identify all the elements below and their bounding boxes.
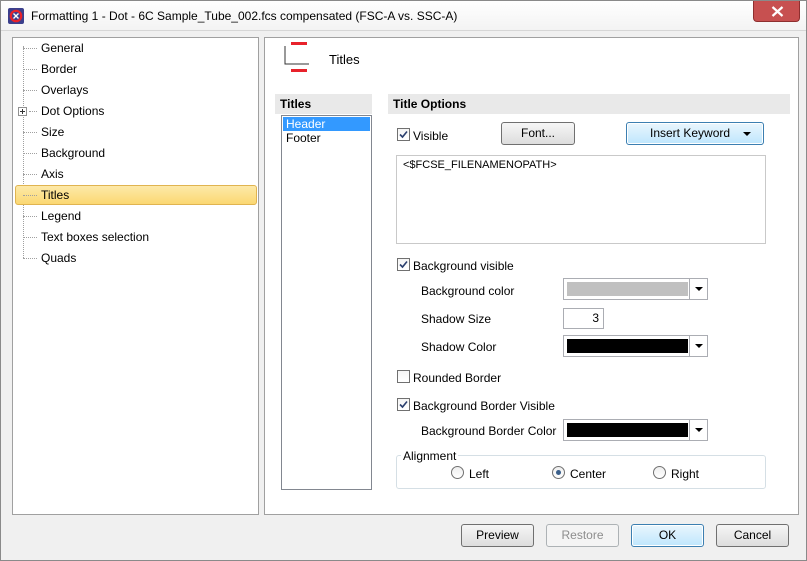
tree-item-axis[interactable]: Axis: [41, 165, 64, 183]
chevron-down-icon[interactable]: [689, 279, 707, 299]
title-text-editor[interactable]: <$FCSE_FILENAMENOPATH>: [396, 155, 766, 244]
shadow-color-swatch: [567, 339, 688, 353]
list-item-footer[interactable]: Footer: [283, 131, 370, 145]
tree-connector: [23, 195, 37, 196]
tree-item-border[interactable]: Border: [41, 60, 77, 78]
tree-item-dot-options[interactable]: Dot Options: [41, 102, 104, 120]
tree-item-quads[interactable]: Quads: [41, 249, 76, 267]
tree-connector: [23, 69, 37, 70]
tree-item-size[interactable]: Size: [41, 123, 64, 141]
expand-plus-icon[interactable]: [18, 107, 27, 116]
titles-listbox[interactable]: Header Footer: [281, 115, 372, 490]
tree-guide-line: [23, 46, 24, 258]
preview-button[interactable]: Preview: [461, 524, 534, 547]
tree-connector: [29, 111, 37, 112]
background-border-color-swatch: [567, 423, 688, 437]
background-border-color-picker[interactable]: [563, 419, 708, 441]
tree-connector: [23, 48, 37, 49]
ok-button[interactable]: OK: [631, 524, 704, 547]
cancel-button[interactable]: Cancel: [716, 524, 789, 547]
window-title: Formatting 1 - Dot - 6C Sample_Tube_002.…: [31, 9, 458, 23]
tree-connector: [23, 90, 37, 91]
checkmark-icon: [399, 400, 408, 409]
background-color-swatch: [567, 282, 688, 296]
align-left-label: Left: [469, 467, 490, 481]
insert-keyword-button[interactable]: Insert Keyword: [626, 122, 764, 145]
insert-keyword-label: Insert Keyword: [650, 126, 731, 140]
tree-item-legend[interactable]: Legend: [41, 207, 81, 225]
titles-icon: [283, 42, 313, 72]
fcs-express-logo-icon: [8, 8, 24, 24]
rounded-border-checkbox[interactable]: [397, 370, 410, 383]
shadow-color-label: Shadow Color: [421, 340, 497, 354]
tree-connector: [23, 153, 37, 154]
align-center-radio[interactable]: [552, 466, 565, 479]
visible-checkbox[interactable]: [397, 128, 410, 141]
shadow-color-picker[interactable]: [563, 335, 708, 357]
background-border-color-label: Background Border Color: [421, 424, 557, 438]
align-left-radio[interactable]: [451, 466, 464, 479]
align-center-label: Center: [570, 467, 607, 481]
shadow-size-label: Shadow Size: [421, 312, 492, 326]
tree-connector: [23, 132, 37, 133]
tree-connector: [23, 174, 37, 175]
tree-item-titles[interactable]: Titles: [41, 186, 69, 204]
tree-item-overlays[interactable]: Overlays: [41, 81, 88, 99]
title-bar: Formatting 1 - Dot - 6C Sample_Tube_002.…: [1, 1, 806, 31]
font-button[interactable]: Font...: [501, 122, 575, 145]
tree-connector: [23, 216, 37, 217]
tree-connector: [23, 258, 37, 259]
visible-label: Visible: [413, 129, 449, 143]
background-color-label: Background color: [421, 284, 515, 298]
background-color-picker[interactable]: [563, 278, 708, 300]
tree-connector: [23, 237, 37, 238]
formatting-dialog: Formatting 1 - Dot - 6C Sample_Tube_002.…: [0, 0, 807, 561]
restore-button[interactable]: Restore: [546, 524, 619, 547]
rounded-border-label: Rounded Border: [413, 371, 502, 385]
list-item-header[interactable]: Header: [283, 117, 370, 131]
tree-item-general[interactable]: General: [41, 39, 84, 57]
page-title: Titles: [329, 52, 360, 67]
close-button[interactable]: [753, 1, 800, 22]
align-right-label: Right: [671, 467, 700, 481]
checkmark-icon: [399, 130, 408, 139]
titles-list-header: Titles: [275, 94, 372, 114]
shadow-size-input[interactable]: 3: [563, 308, 604, 329]
title-options-header: Title Options: [388, 94, 790, 114]
background-border-visible-checkbox[interactable]: [397, 398, 410, 411]
align-right-radio[interactable]: [653, 466, 666, 479]
dropdown-arrow-icon: [743, 132, 751, 136]
category-tree: General Border Overlays Dot Options Size…: [12, 37, 259, 515]
tree-item-text-boxes-selection[interactable]: Text boxes selection: [41, 228, 149, 246]
background-visible-label: Background visible: [413, 259, 514, 273]
chevron-down-icon[interactable]: [689, 420, 707, 440]
background-visible-checkbox[interactable]: [397, 258, 410, 271]
tree-item-background[interactable]: Background: [41, 144, 105, 162]
checkmark-icon: [399, 260, 408, 269]
chevron-down-icon[interactable]: [689, 336, 707, 356]
background-border-visible-label: Background Border Visible: [413, 399, 555, 413]
alignment-group-title: Alignment: [401, 449, 459, 463]
titles-settings-panel: Titles Titles Header Footer Title Option…: [264, 37, 799, 515]
